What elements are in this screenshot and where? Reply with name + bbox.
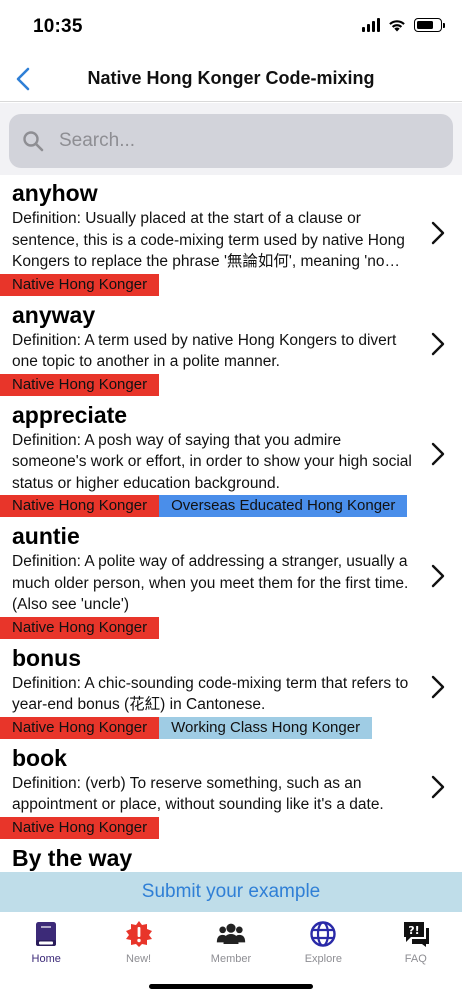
book-icon [31, 919, 61, 949]
category-tag: Native Hong Konger [0, 816, 160, 839]
chevron-right-icon [431, 221, 445, 244]
status-time: 10:35 [33, 16, 83, 37]
chevron-right-icon [431, 332, 445, 355]
tab-new-label: New! [126, 953, 152, 965]
tab-faq[interactable]: ?! FAQ [370, 912, 462, 1000]
submit-example-label: Submit your example [141, 881, 321, 902]
search-icon [23, 131, 44, 152]
list-item[interactable]: book Definition: (verb) To reserve someth… [0, 741, 462, 839]
category-tag: Overseas Educated Hong Konger [159, 495, 408, 517]
tab-member-label: Member [210, 953, 252, 965]
entry-definition: Definition: A polite way of addressing a… [12, 553, 409, 613]
faq-bubble-icon: ?! [401, 919, 431, 949]
entry-term: auntie [12, 523, 80, 549]
search-input[interactable] [59, 114, 439, 168]
category-tag: Native Hong Konger [0, 495, 160, 517]
tab-faq-label: FAQ [404, 953, 427, 965]
category-tag: Working Class Hong Konger [159, 716, 373, 739]
submit-example-button[interactable]: Submit your example [0, 872, 462, 912]
entry-term: By the way [12, 844, 133, 871]
chevron-right-icon [431, 675, 445, 698]
category-tag: Native Hong Konger [0, 616, 160, 639]
list-item[interactable]: anyway Definition: A term used by native … [0, 298, 462, 396]
entry-definition: Definition: (verb) To reserve something,… [12, 774, 384, 814]
svg-text:?!: ?! [408, 924, 419, 937]
status-bar: 10:35 [0, 0, 462, 56]
tag-group: Native Hong Konger [0, 616, 416, 639]
tag-group: Native Hong Konger [0, 816, 416, 839]
entry-definition: Definition: A chic-sounding code-mixing … [12, 674, 409, 714]
list-item[interactable]: appreciate Definition: A posh way of sayi… [0, 398, 462, 517]
tag-group: Native Hong Konger Working Class Hong Kon… [0, 716, 416, 739]
list-item[interactable]: bonus Definition: A chic-sounding code-mi… [0, 641, 462, 739]
search-area [0, 103, 462, 175]
home-indicator [149, 984, 313, 989]
page-title: Native Hong Konger Code-mixing [87, 68, 375, 88]
search-box[interactable] [9, 114, 453, 168]
nav-bar: Native Hong Konger Code-mixing [0, 56, 462, 102]
tag-group: Native Hong Konger [0, 273, 416, 296]
category-tag: Native Hong Konger [0, 373, 160, 396]
chevron-right-icon [431, 443, 445, 466]
entry-definition: Definition: Usually placed at the start … [12, 210, 405, 270]
cellular-signal-icon [362, 18, 380, 32]
status-icons [362, 18, 445, 32]
list-item[interactable]: anyhow Definition: Usually placed at the … [0, 176, 462, 296]
entry-term: book [12, 744, 67, 771]
chevron-right-icon [431, 564, 445, 587]
list-item[interactable]: auntie Definition: A polite way of addres… [0, 519, 462, 639]
list-item[interactable]: By the wayDefinition: A code-mixing phra… [0, 841, 462, 873]
tab-explore-label: Explore [304, 953, 343, 965]
alert-badge-icon [124, 919, 154, 949]
tab-home[interactable]: Home [0, 912, 92, 1000]
tag-group: Native Hong Konger Overseas Educated Hong… [0, 495, 416, 517]
category-tag: Native Hong Konger [0, 273, 160, 296]
globe-icon [308, 919, 338, 949]
entry-term: anyhow [12, 180, 98, 206]
category-tag: Native Hong Konger [0, 716, 160, 739]
entry-term: anyway [12, 301, 96, 328]
entry-definition: Definition: A term used by native Hong K… [12, 331, 397, 371]
definition-list: anyhow Definition: Usually placed at the … [0, 176, 462, 872]
wifi-icon [389, 20, 405, 32]
tag-group: Native Hong Konger [0, 373, 416, 396]
entry-term: appreciate [12, 401, 128, 428]
people-icon [216, 919, 246, 949]
entry-term: bonus [12, 644, 81, 671]
tab-home-label: Home [31, 953, 61, 965]
chevron-right-icon [431, 775, 445, 798]
battery-icon [414, 18, 445, 32]
entry-definition: Definition: A posh way of saying that yo… [12, 431, 412, 492]
